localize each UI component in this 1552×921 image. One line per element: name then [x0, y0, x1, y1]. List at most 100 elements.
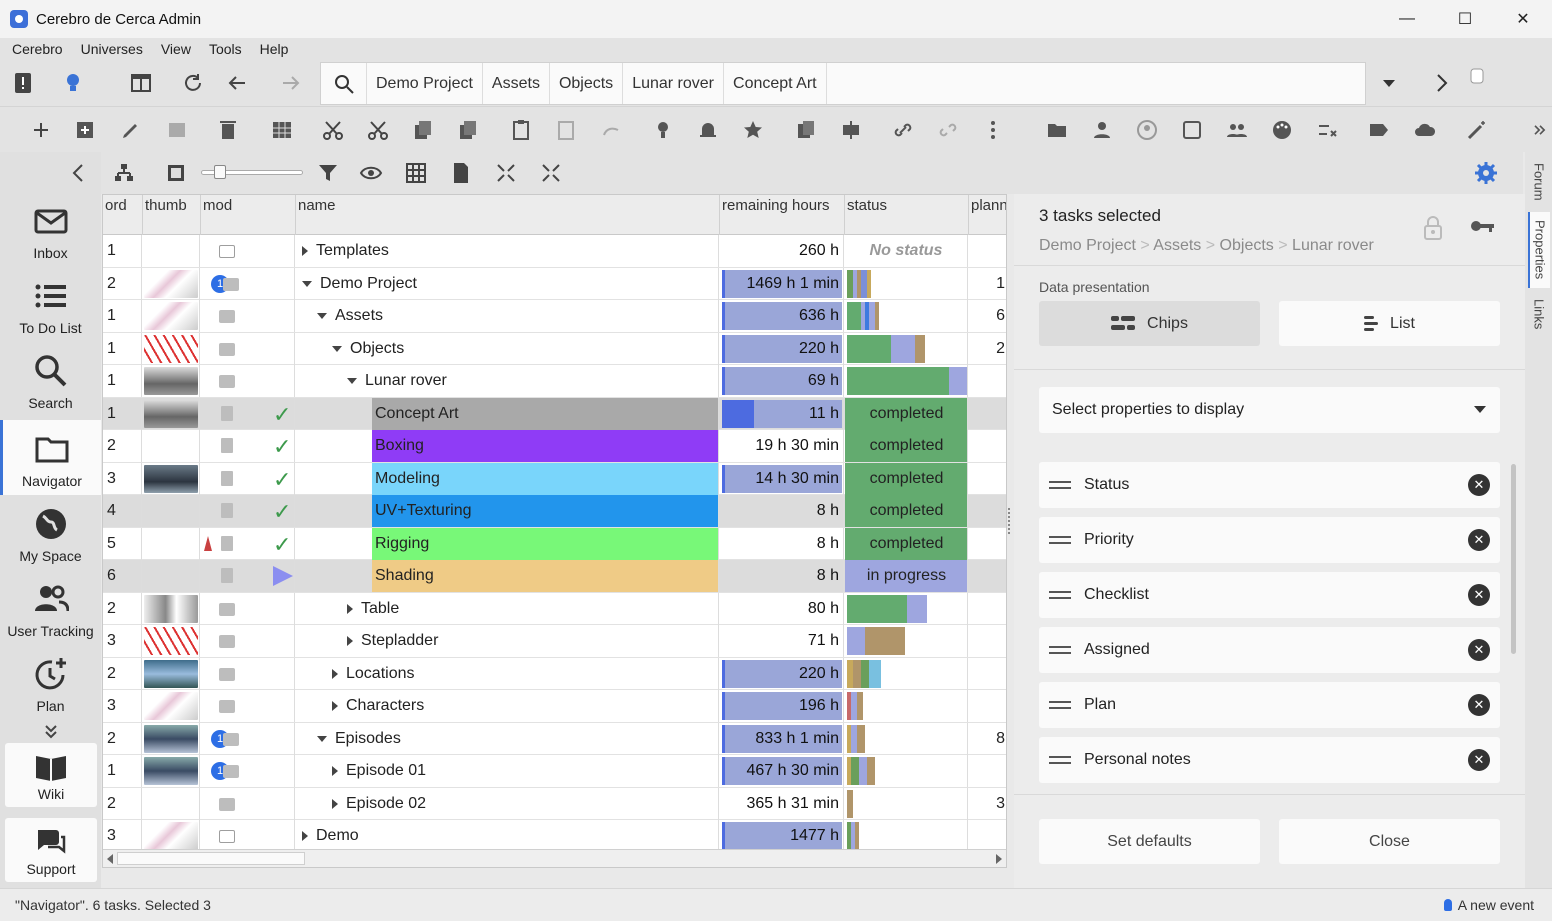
column-header-plan[interactable]: plann [969, 195, 1006, 235]
table-row[interactable]: 1 Assets 636 h 6 [103, 300, 1006, 333]
cell-thumb[interactable] [143, 397, 200, 430]
task-color-label[interactable]: Shading [372, 560, 718, 592]
column-header-remaining[interactable]: remaining hours [720, 195, 845, 235]
table-row[interactable]: 3 Characters 196 h [103, 690, 1006, 723]
cell-status[interactable]: completed [845, 430, 968, 462]
cell-status[interactable] [845, 592, 968, 625]
cell-thumb[interactable] [143, 300, 200, 332]
back-arrow-icon[interactable] [220, 66, 254, 100]
expand-right-icon[interactable] [302, 246, 308, 256]
trash-icon[interactable] [211, 113, 245, 147]
expand-right-icon[interactable] [347, 603, 353, 614]
task-color-label[interactable]: Concept Art [372, 397, 718, 430]
lock-icon[interactable] [1419, 214, 1447, 242]
table-row[interactable]: 2 Table 80 h [103, 592, 1006, 625]
remove-property-icon[interactable]: ✕ [1468, 749, 1490, 771]
table-row[interactable]: 3 Stepladder 71 h [103, 625, 1006, 658]
select-properties-dropdown[interactable]: Select properties to display [1039, 387, 1500, 433]
cell-name[interactable]: Episode 01 [296, 755, 719, 787]
column-header-name[interactable]: name [296, 195, 720, 235]
nav-plan[interactable]: Plan [0, 645, 101, 720]
cell-status[interactable]: completed [845, 462, 968, 495]
expand-down-icon[interactable] [317, 313, 327, 319]
expand-down-icon[interactable] [332, 345, 342, 352]
expand-all-icon[interactable] [534, 156, 568, 190]
grid-table-icon[interactable] [399, 156, 433, 190]
chips-button[interactable]: Chips [1039, 301, 1260, 346]
cell-thumb[interactable] [143, 690, 200, 722]
panel-path-item[interactable]: Assets [1153, 237, 1201, 254]
star-icon[interactable] [736, 113, 770, 147]
expand-right-icon[interactable] [332, 766, 338, 776]
expand-right-icon[interactable] [332, 668, 338, 679]
status-chip[interactable]: completed [845, 527, 967, 560]
cell-status[interactable] [845, 820, 968, 852]
cell-status[interactable] [845, 722, 968, 755]
message-box-icon[interactable] [1175, 113, 1209, 147]
thumbnail-image[interactable] [144, 659, 198, 688]
table-row[interactable]: 2 1 Episodes 833 h 1 min 8 [103, 722, 1006, 755]
status-chip[interactable]: completed [845, 430, 967, 462]
new-event-notice[interactable]: A new event [1443, 897, 1534, 913]
cell-name[interactable]: Objects [296, 332, 719, 365]
idea-bulb-icon[interactable] [56, 66, 90, 100]
nav-wiki[interactable]: Wiki [5, 743, 97, 807]
tab-links[interactable]: Links [1528, 292, 1550, 336]
user-icon[interactable] [1085, 113, 1119, 147]
thumbnail-image[interactable] [144, 594, 198, 623]
property-item[interactable]: Plan ✕ [1039, 682, 1500, 728]
expand-right-icon[interactable] [302, 831, 308, 841]
expand-down-icon[interactable] [302, 280, 312, 287]
task-color-label[interactable]: UV+Texturing [372, 495, 718, 527]
scroll-right-arrow-icon[interactable] [996, 854, 1002, 864]
copy-link-icon[interactable] [451, 113, 485, 147]
nav-search[interactable]: Search [0, 342, 101, 417]
remove-property-icon[interactable]: ✕ [1468, 694, 1490, 716]
export-xls-icon[interactable] [444, 156, 478, 190]
nav-support[interactable]: Support [5, 818, 97, 882]
add-subtask-icon[interactable] [68, 113, 102, 147]
cell-thumb[interactable] [143, 365, 200, 397]
table-row[interactable]: 1 ✓ Concept Art 11 h completed [103, 397, 1006, 430]
task-color-label[interactable]: Rigging [372, 527, 718, 560]
completed-check-icon[interactable]: ✓ [273, 532, 291, 558]
tab-forum[interactable]: Forum [1528, 156, 1550, 208]
hierarchy-icon[interactable] [107, 156, 141, 190]
expand-right-icon[interactable] [332, 798, 338, 809]
more-chevron-icon[interactable] [1530, 113, 1550, 147]
thumbnail-image[interactable] [144, 724, 198, 753]
cell-name[interactable]: Boxing [296, 430, 719, 462]
thumbnail-image[interactable] [144, 464, 198, 493]
table-row[interactable]: 2 ✓ Boxing 19 h 30 min completed [103, 430, 1006, 463]
forward-arrow-icon[interactable] [274, 66, 308, 100]
cell-name[interactable]: Stepladder [296, 625, 719, 657]
cell-thumb[interactable] [143, 235, 200, 267]
drag-handle-icon[interactable] [1049, 701, 1071, 709]
column-header-ord[interactable]: ord [103, 195, 143, 235]
history-dropdown-icon[interactable] [1372, 66, 1406, 100]
breadcrumb-item[interactable]: Lunar rover [623, 63, 725, 104]
collapse-nav-chevron-icon[interactable] [62, 156, 96, 190]
thumbnail-image[interactable] [144, 334, 198, 363]
panel-path-item[interactable]: Objects [1220, 237, 1274, 254]
completed-check-icon[interactable]: ✓ [273, 499, 291, 525]
table-row[interactable]: 5 ✓ Rigging 8 h completed [103, 527, 1006, 560]
table-row[interactable]: 2 Episode 02 365 h 31 min 3 [103, 787, 1006, 820]
cell-thumb[interactable] [143, 625, 200, 657]
cell-name[interactable]: Assets [296, 300, 719, 332]
remove-property-icon[interactable]: ✕ [1468, 584, 1490, 606]
chevron-right-icon[interactable] [1424, 66, 1458, 100]
scroll-left-arrow-icon[interactable] [107, 854, 113, 864]
breadcrumb-item[interactable]: Assets [483, 63, 550, 104]
horizontal-scrollbar[interactable] [103, 849, 1006, 867]
search-icon[interactable] [321, 63, 367, 104]
cell-thumb[interactable] [143, 527, 200, 560]
cell-name[interactable]: UV+Texturing [296, 495, 719, 527]
cell-thumb[interactable] [143, 820, 200, 852]
expand-down-icon[interactable] [317, 735, 327, 742]
cell-status[interactable]: No status [845, 235, 968, 267]
cell-name[interactable]: Rigging [296, 527, 719, 560]
cell-status[interactable] [845, 267, 968, 300]
menu-help[interactable]: Help [260, 41, 289, 57]
breadcrumb-item[interactable]: Demo Project [367, 63, 483, 104]
